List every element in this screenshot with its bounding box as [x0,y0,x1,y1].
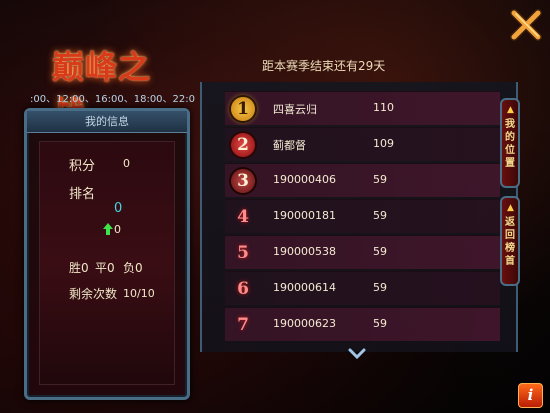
ranking-row[interactable]: 3 190000406 59 [225,163,500,197]
player-score: 59 [373,173,387,186]
player-score: 59 [373,317,387,330]
player-name: 蓟都督 [273,139,306,152]
player-score: 59 [373,245,387,258]
rank-badge: 2 [231,133,255,157]
remaining-label: 剩余次数 [69,287,118,301]
player-score: 59 [373,281,387,294]
my-position-label: 我的位置 [505,119,515,169]
player-score: 109 [373,137,394,150]
up-arrow-icon: ▲ [507,203,514,213]
rank-badge: 3 [231,169,255,193]
rank-badge: 1 [231,97,255,121]
score-value: 0 [123,157,130,170]
close-icon[interactable] [508,8,544,42]
schedule-times: :00、12:00、16:00、18:00、22:0 [30,94,196,104]
my-info-panel: 我的信息 积分 0 排名 0 0 胜0 平0 负0 剩余次数 10/10 [24,108,190,400]
rank-label: 排名 [69,187,96,202]
ranking-row[interactable]: 5 190000538 59 [225,235,500,269]
green-up-arrow-icon [103,223,113,235]
info-icon[interactable]: i [518,383,543,408]
my-info-title: 我的信息 [27,111,187,133]
back-to-top-label: 返回榜首 [505,217,515,267]
loss-count: 负0 [123,261,143,275]
rank-badge: 6 [237,279,249,299]
rank-value: 0 [114,201,123,216]
player-name: 190000614 [273,281,336,294]
player-name: 190000623 [273,317,336,330]
chevron-down-icon[interactable] [348,348,366,360]
ranking-row[interactable]: 6 190000614 59 [225,271,500,305]
player-name: 190000406 [273,173,336,186]
my-position-tab[interactable]: ▲ 我的位置 [500,98,520,188]
rank-badge: 5 [237,243,249,263]
ranking-row[interactable]: 2 蓟都督 109 [225,127,500,161]
back-to-top-tab[interactable]: ▲ 返回榜首 [500,196,520,286]
game-logo: 巅峰之战 [52,48,152,132]
remaining-value: 10/10 [123,287,155,300]
player-name: 190000181 [273,209,336,222]
player-score: 110 [373,101,394,114]
player-name: 四喜云归 [273,103,317,116]
rank-badge: 7 [237,315,249,335]
season-countdown: 距本赛季结束还有29天 [262,59,386,73]
rank-change-value: 0 [114,223,121,236]
ranking-row[interactable]: 1 四喜云归 110 [225,91,500,125]
draw-count: 平0 [95,261,115,275]
ranking-row[interactable]: 7 190000623 59 [225,307,500,341]
win-count: 胜0 [69,261,89,275]
ranking-row[interactable]: 4 190000181 59 [225,199,500,233]
bookmark-icon: ▲ [507,105,514,115]
player-name: 190000538 [273,245,336,258]
rank-badge: 4 [237,207,249,227]
score-label: 积分 [69,159,96,174]
player-score: 59 [373,209,387,222]
